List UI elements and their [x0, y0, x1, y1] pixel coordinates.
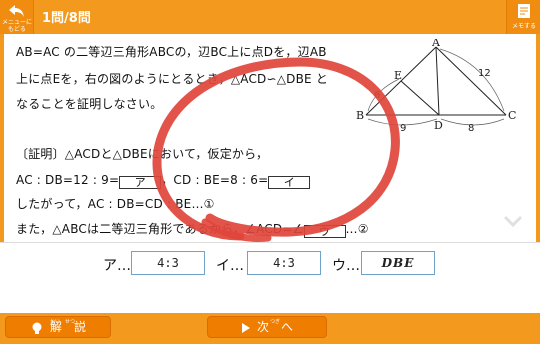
memo-icon — [518, 4, 530, 18]
vertex-d-label: D — [434, 119, 443, 132]
question-content[interactable]: AB=AC の二等辺三角形ABCの，辺BC上に点Dを，辺AB 上に点Eを，右の図… — [4, 34, 536, 242]
memo-button[interactable]: メモする — [506, 0, 540, 34]
blank-a-box: ア — [119, 176, 162, 189]
proof-line-3-a: また，△ABCは二等辺三角形であるから，∠ACD=∠ — [16, 222, 304, 236]
problem-line-1: AB=AC の二等辺三角形ABCの，辺BC上に点Dを，辺AB — [16, 45, 327, 59]
back-arrow-icon — [9, 5, 24, 17]
menu-back-button[interactable]: メニューに もどる — [0, 0, 34, 34]
answer-row: ア… 4:3 イ… 4:3 ウ… DBE — [0, 242, 540, 282]
length-ac-label: 12 — [478, 68, 491, 79]
length-dc-label: 8 — [468, 123, 474, 134]
answer-i-label: イ… — [216, 258, 244, 274]
chevron-down-icon[interactable] — [504, 216, 522, 228]
answer-a-label: ア… — [103, 258, 131, 274]
vertex-b-label: B — [356, 109, 364, 122]
memo-label: メモする — [511, 23, 536, 30]
length-bd-label: 9 — [400, 123, 406, 134]
next-button[interactable]: つぎ 次 へ — [207, 316, 327, 338]
answer-u-field[interactable]: DBE — [361, 251, 435, 275]
proof-line-1-b: ，CD : BE=8 : 6= — [161, 173, 269, 187]
vertex-a-label: A — [431, 39, 441, 49]
question-counter: 1問/8問 — [42, 11, 91, 26]
proof-line-2: したがって，AC : DB=CD : BE…① — [16, 197, 215, 211]
explanation-button[interactable]: かい せつ 解 説 — [5, 316, 111, 338]
vertex-e-label: E — [394, 69, 402, 82]
proof-line-1: AC : DB=12 : 9= ア，CD : BE=8 : 6= イ — [16, 171, 311, 189]
length-be-label: 6 — [374, 90, 380, 101]
menu-back-label: メニューに もどる — [1, 19, 32, 33]
proof-line-1-a: AC : DB=12 : 9= — [16, 173, 120, 187]
problem-line-2: 上に点Eを，右の図のようにとるとき，△ACD∽△DBE と — [16, 72, 329, 86]
explanation-ruby: かい せつ — [50, 319, 76, 325]
lightbulb-icon — [32, 322, 42, 334]
footer-bar: かい せつ 解 説 つぎ 次 へ — [0, 313, 540, 344]
play-icon — [241, 322, 250, 333]
answer-i-field[interactable]: 4:3 — [247, 251, 321, 275]
answer-a-field[interactable]: 4:3 — [131, 251, 205, 275]
frame-right — [536, 34, 540, 242]
proof-heading: 〔証明〕△ACDと△DBEにおいて，仮定から， — [16, 147, 269, 161]
next-ruby: つぎ — [270, 319, 281, 325]
problem-line-3: なることを証明しなさい。 — [16, 97, 163, 111]
blank-i-box: イ — [268, 176, 311, 189]
vertex-c-label: C — [508, 109, 516, 122]
header-bar: メニューに もどる 1問/8問 メモする — [0, 0, 540, 34]
proof-line-3-b: …② — [345, 222, 369, 236]
triangle-figure: A B C D E 6 12 9 8 — [356, 39, 516, 134]
answer-u-label: ウ… — [332, 258, 360, 274]
proof-line-3: また，△ABCは二等辺三角形であるから，∠ACD=∠ ウ …② — [16, 220, 369, 238]
blank-u-box: ウ — [303, 225, 346, 238]
